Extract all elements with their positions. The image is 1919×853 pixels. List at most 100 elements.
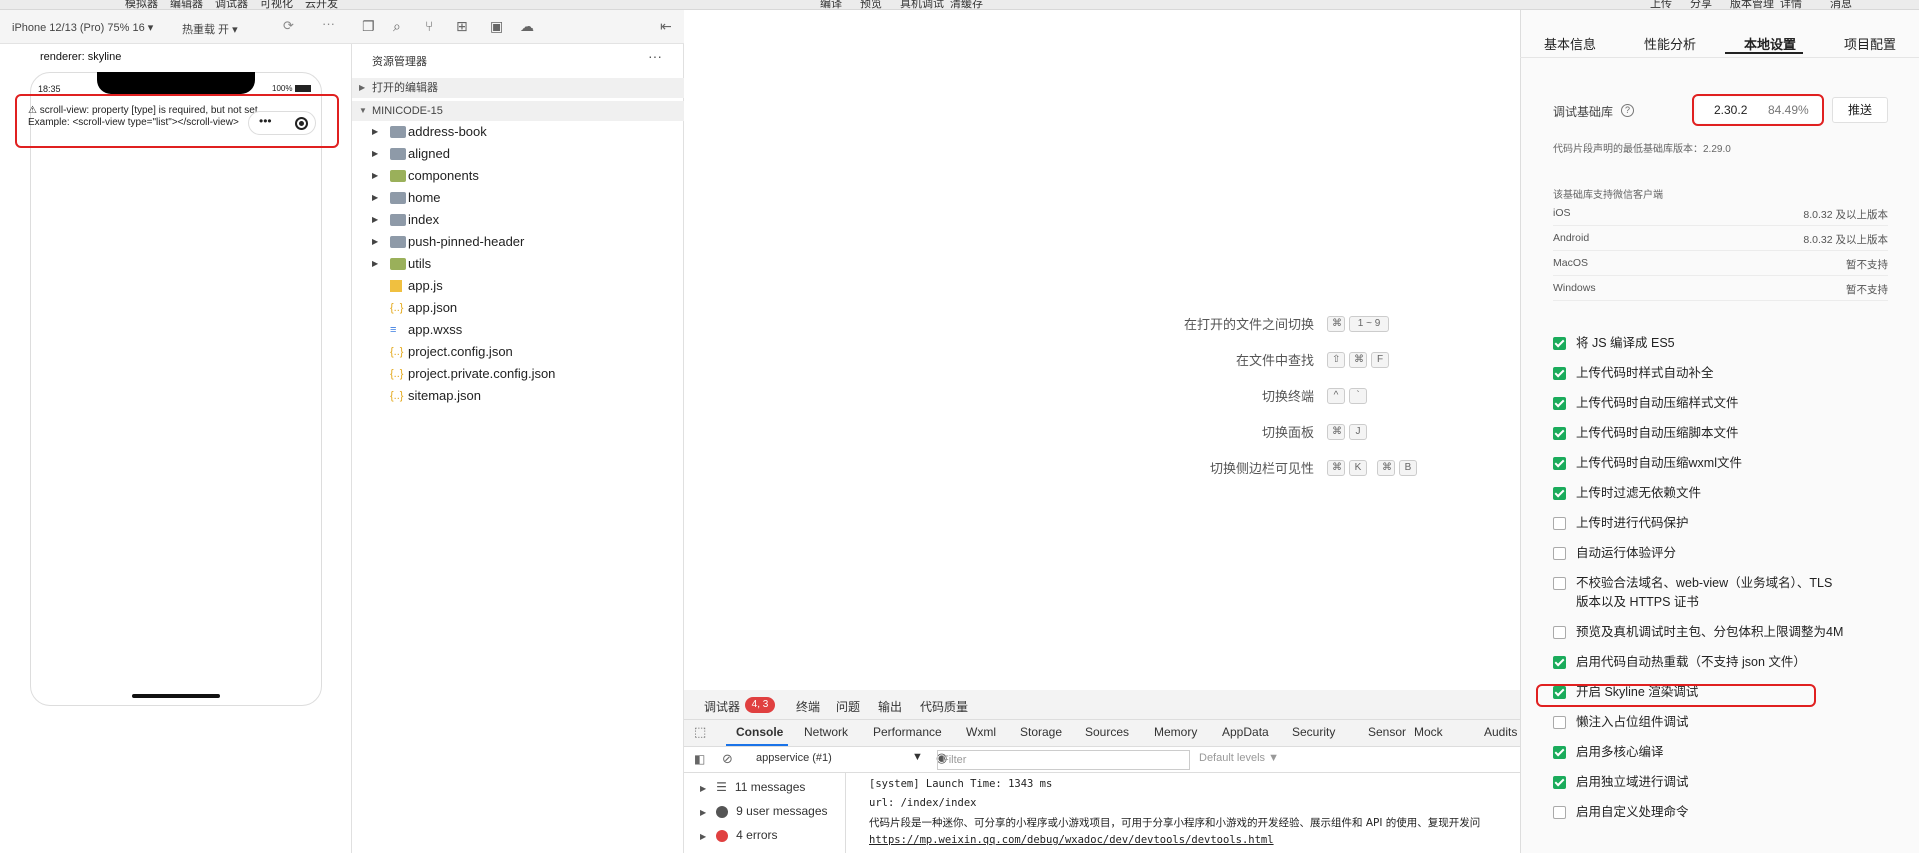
- user-messages-group[interactable]: ▶ 9 user messages: [700, 804, 828, 818]
- clear-console-icon[interactable]: ⊘: [722, 751, 733, 767]
- help-icon[interactable]: ?: [1621, 104, 1634, 117]
- messages-group[interactable]: ▶ ☰ 11 messages: [700, 780, 805, 794]
- option-checkbox[interactable]: [1553, 397, 1566, 410]
- tree-item-push-pinned-header[interactable]: ▶ push-pinned-header: [352, 231, 684, 253]
- option-checkbox[interactable]: [1553, 716, 1566, 729]
- devtools-doc-link[interactable]: https://mp.weixin.qq.com/debug/wxadoc/de…: [869, 834, 1274, 846]
- option-checkbox[interactable]: [1553, 577, 1566, 590]
- tree-item-project-config-json[interactable]: {..} project.config.json: [352, 341, 684, 363]
- tab-code-quality[interactable]: 代码质量: [920, 698, 968, 715]
- top-menu-item[interactable]: 云开发: [305, 0, 338, 9]
- devtools-tab-sources[interactable]: Sources: [1085, 725, 1129, 739]
- shortcut-key: `: [1349, 388, 1367, 404]
- top-menu-item[interactable]: 调试器: [215, 0, 248, 9]
- option-checkbox[interactable]: [1553, 517, 1566, 530]
- option-checkbox[interactable]: [1553, 547, 1566, 560]
- top-menu-item[interactable]: 清缓存: [950, 0, 983, 9]
- option-checkbox[interactable]: [1553, 656, 1566, 669]
- devtools-tab-security[interactable]: Security: [1292, 725, 1335, 739]
- devtools-tab-network[interactable]: Network: [804, 725, 848, 739]
- source-control-icon[interactable]: ⑂: [425, 18, 433, 34]
- top-menu-item[interactable]: 详情: [1780, 0, 1802, 9]
- top-menu-item[interactable]: 消息: [1830, 0, 1852, 9]
- top-menu-item[interactable]: 分享: [1690, 0, 1712, 9]
- option-checkbox[interactable]: [1553, 337, 1566, 350]
- explorer-toolbar: [352, 10, 684, 44]
- hot-reload-toggle[interactable]: 热重载 开 ▾: [182, 21, 238, 37]
- option-checkbox[interactable]: [1553, 806, 1566, 819]
- top-menu-item[interactable]: 可视化: [260, 0, 293, 9]
- image-icon[interactable]: ▣: [490, 18, 503, 35]
- tab-local-settings[interactable]: 本地设置: [1744, 34, 1796, 53]
- devtools-tab-sensor[interactable]: Sensor: [1368, 725, 1406, 739]
- files-icon[interactable]: ❐: [362, 18, 375, 35]
- inspect-icon[interactable]: ⬚: [694, 724, 706, 740]
- top-menu-item[interactable]: 上传: [1650, 0, 1672, 9]
- option-checkbox[interactable]: [1553, 776, 1566, 789]
- refresh-icon[interactable]: ⟳: [283, 18, 294, 34]
- option-checkbox[interactable]: [1553, 746, 1566, 759]
- tab-debugger[interactable]: 调试器: [704, 698, 740, 715]
- platform-version: 8.0.32 及以上版本: [1803, 209, 1888, 221]
- option-label: 将 JS 编译成 ES5: [1576, 336, 1675, 350]
- option-checkbox[interactable]: [1553, 427, 1566, 440]
- option-checkbox[interactable]: [1553, 626, 1566, 639]
- devtools-tab-mock[interactable]: Mock: [1414, 725, 1443, 739]
- tree-item-app-wxss[interactable]: ≡ app.wxss: [352, 319, 684, 341]
- context-select[interactable]: appservice (#1): [756, 752, 832, 764]
- tab-output[interactable]: 输出: [878, 698, 902, 715]
- top-menu-item[interactable]: 预览: [860, 0, 882, 9]
- devtools-tab-appdata[interactable]: AppData: [1222, 725, 1269, 739]
- devtools-tab-audits[interactable]: Audits: [1484, 725, 1517, 739]
- console-filter-input[interactable]: Filter: [937, 750, 1190, 770]
- shortcut-key: F: [1371, 352, 1389, 368]
- collapse-panel-icon[interactable]: ⇤: [660, 18, 672, 35]
- more-icon[interactable]: ···: [322, 16, 335, 31]
- tab-basic-info[interactable]: 基本信息: [1544, 34, 1596, 53]
- top-menu-item[interactable]: 编辑器: [170, 0, 203, 9]
- tree-item-home[interactable]: ▶ home: [352, 187, 684, 209]
- top-menu-item[interactable]: 编译: [820, 0, 842, 9]
- section-project[interactable]: ▼ MINICODE-15: [352, 101, 684, 121]
- sidebar-toggle-icon[interactable]: ◧: [694, 752, 705, 766]
- top-menu-item[interactable]: 真机调试: [900, 0, 944, 9]
- tree-item-project-private-config-json[interactable]: {..} project.private.config.json: [352, 363, 684, 385]
- tree-item-app-json[interactable]: {..} app.json: [352, 297, 684, 319]
- tree-item-sitemap-json[interactable]: {..} sitemap.json: [352, 385, 684, 407]
- log-levels-select[interactable]: Default levels ▼: [1199, 752, 1279, 764]
- chevron-right-icon: ▶: [700, 832, 707, 841]
- shortcut-key: ^: [1327, 388, 1345, 404]
- device-select[interactable]: iPhone 12/13 (Pro) 75% 16 ▾: [12, 21, 153, 34]
- extensions-icon[interactable]: ⊞: [456, 18, 468, 35]
- explorer-title: 资源管理器: [372, 56, 427, 68]
- docker-icon[interactable]: ☁: [520, 18, 534, 35]
- option-checkbox[interactable]: [1553, 487, 1566, 500]
- devtools-tab-console[interactable]: Console: [736, 725, 783, 739]
- section-open-editors[interactable]: ▶ 打开的编辑器: [352, 78, 684, 98]
- tree-item-address-book[interactable]: ▶ address-book: [352, 121, 684, 143]
- tree-item-aligned[interactable]: ▶ aligned: [352, 143, 684, 165]
- top-menu-item[interactable]: 模拟器: [125, 0, 158, 9]
- tree-item-utils[interactable]: ▶ utils: [352, 253, 684, 275]
- tree-item-app-js[interactable]: app.js: [352, 275, 684, 297]
- errors-group[interactable]: ▶ 4 errors: [700, 828, 778, 842]
- tree-item-components[interactable]: ▶ components: [352, 165, 684, 187]
- tab-performance[interactable]: 性能分析: [1644, 34, 1696, 53]
- tree-item-index[interactable]: ▶ index: [352, 209, 684, 231]
- devtools-tab-wxml[interactable]: Wxml: [966, 725, 996, 739]
- tab-problems[interactable]: 问题: [836, 698, 860, 715]
- option-checkbox[interactable]: [1553, 367, 1566, 380]
- tab-project-config[interactable]: 项目配置: [1844, 34, 1896, 53]
- option-label: 上传代码时样式自动补全: [1576, 366, 1714, 380]
- devtools-tab-performance[interactable]: Performance: [873, 725, 942, 739]
- devtools-tab-memory[interactable]: Memory: [1154, 725, 1197, 739]
- search-icon[interactable]: ⌕: [393, 18, 401, 35]
- option-checkbox[interactable]: [1553, 457, 1566, 470]
- top-menu-item[interactable]: 版本管理: [1730, 0, 1774, 9]
- tab-terminal[interactable]: 终端: [796, 698, 820, 715]
- context-dropdown-icon[interactable]: ▼: [912, 751, 923, 763]
- explorer-more-icon[interactable]: ···: [648, 48, 662, 64]
- devtools-tab-storage[interactable]: Storage: [1020, 725, 1062, 739]
- option-label: 上传时进行代码保护: [1576, 516, 1689, 530]
- push-button[interactable]: 推送: [1832, 97, 1888, 123]
